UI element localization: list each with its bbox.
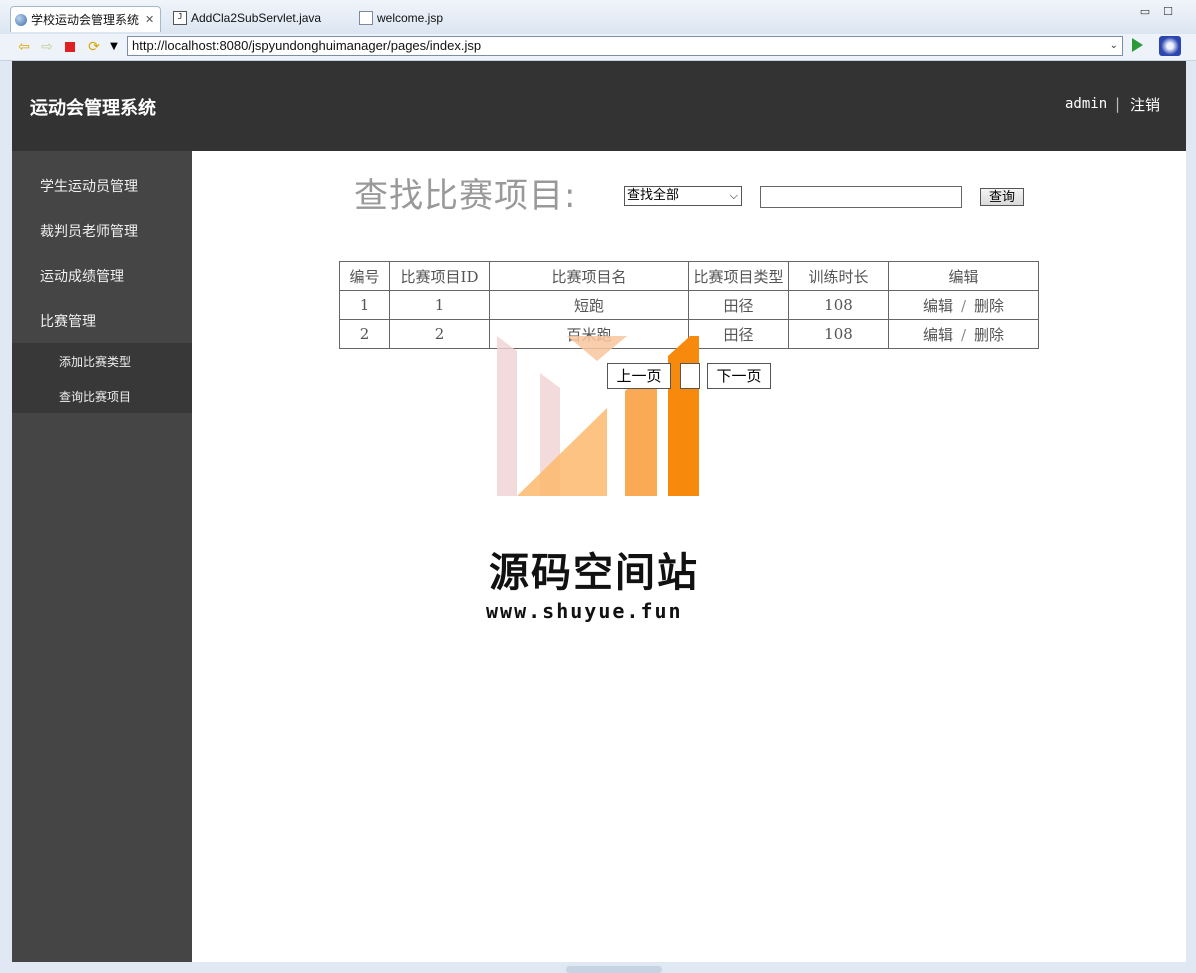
cell-actions: 编辑 / 删除 <box>888 319 1039 349</box>
sidebar-submenu: 添加比赛类型 查询比赛项目 <box>12 343 192 413</box>
cell-type: 田径 <box>688 290 789 320</box>
stop-icon[interactable] <box>62 39 78 55</box>
maximize-icon[interactable]: ☐ <box>1161 6 1175 20</box>
watermark-title: 源码空间站 <box>489 550 699 596</box>
watermark-url: www.shuyue.fun <box>486 599 683 623</box>
cell-actions: 编辑 / 删除 <box>888 290 1039 320</box>
edit-link[interactable]: 编辑 <box>923 297 953 315</box>
cell-num: 1 <box>339 290 390 320</box>
sidebar-item-competitions[interactable]: 比赛管理 <box>40 311 96 331</box>
tab-label: 学校运动会管理系统 <box>31 13 140 27</box>
action-separator: / <box>960 325 967 344</box>
next-page-button[interactable]: 下一页 <box>707 363 771 389</box>
logo-bar <box>517 408 607 496</box>
logo-triangle <box>567 336 627 361</box>
column-header: 编号 <box>339 261 390 291</box>
sidebar-item-referees[interactable]: 裁判员老师管理 <box>40 221 138 241</box>
header-separator: | <box>1115 95 1121 113</box>
logo-bar <box>668 336 699 496</box>
site-header: 运动会管理系统 admin | 注销 <box>12 61 1186 151</box>
search-button[interactable]: 查询 <box>980 188 1024 206</box>
sidebar-subitem-add-type[interactable]: 添加比赛类型 <box>59 353 131 370</box>
search-input[interactable] <box>760 186 962 208</box>
cell-hours: 108 <box>788 319 889 349</box>
logo-bar <box>497 336 517 496</box>
user-name-link[interactable]: admin <box>1065 96 1107 112</box>
chevron-down-icon[interactable]: ⌄ <box>1110 37 1118 55</box>
action-separator: / <box>960 296 967 315</box>
cell-id: 2 <box>389 319 490 349</box>
sidebar-item-athletes[interactable]: 学生运动员管理 <box>40 176 138 196</box>
url-bar[interactable]: http://localhost:8080/jspyundonghuimanag… <box>127 36 1123 56</box>
cell-id: 1 <box>389 290 490 320</box>
delete-link[interactable]: 删除 <box>974 326 1004 344</box>
filter-select[interactable]: 查找全部 ⌵ <box>624 186 742 206</box>
browser-tab-bar: 学校运动会管理系统 ✕ J AddCla2SubServlet.java wel… <box>0 0 1196 34</box>
page-number-box[interactable] <box>680 363 700 389</box>
extension-icon[interactable] <box>1159 36 1181 56</box>
horizontal-scrollbar[interactable] <box>566 966 662 973</box>
prev-page-button[interactable]: 上一页 <box>607 363 671 389</box>
back-icon[interactable]: ⇦ <box>16 39 32 55</box>
sidebar-item-scores[interactable]: 运动成绩管理 <box>40 266 124 286</box>
jsp-file-icon <box>359 11 373 25</box>
column-header: 比赛项目类型 <box>688 261 789 291</box>
tab-label: AddCla2SubServlet.java <box>191 11 322 25</box>
column-header: 训练时长 <box>788 261 889 291</box>
tab-active[interactable]: 学校运动会管理系统 ✕ <box>10 6 162 32</box>
globe-icon <box>15 13 27 26</box>
close-icon[interactable]: ✕ <box>145 13 154 26</box>
column-header: 编辑 <box>888 261 1039 291</box>
sidebar: 学生运动员管理 裁判员老师管理 运动成绩管理 比赛管理 添加比赛类型 查询比赛项… <box>12 151 192 962</box>
filter-selected-value: 查找全部 <box>627 188 680 203</box>
logout-link[interactable]: 注销 <box>1130 94 1160 115</box>
chevron-down-icon: ⌵ <box>729 189 738 202</box>
window-right-edge <box>1186 61 1196 962</box>
chevron-down-icon[interactable]: ▼ <box>106 39 122 55</box>
edit-link[interactable]: 编辑 <box>923 326 953 344</box>
refresh-icon[interactable]: ⟳ <box>86 39 102 55</box>
delete-link[interactable]: 删除 <box>974 297 1004 315</box>
page-title: 查找比赛项目: <box>354 176 577 216</box>
page-viewport: 运动会管理系统 admin | 注销 学生运动员管理 裁判员老师管理 运动成绩管… <box>12 61 1186 962</box>
tab-java-file[interactable]: J AddCla2SubServlet.java <box>173 6 321 30</box>
java-file-icon: J <box>173 11 187 25</box>
table-header-row: 编号 比赛项目ID 比赛项目名 比赛项目类型 训练时长 编辑 <box>339 261 1039 291</box>
tab-label: welcome.jsp <box>377 11 444 25</box>
cell-name: 短跑 <box>489 290 689 320</box>
tab-jsp-file[interactable]: welcome.jsp <box>359 6 443 30</box>
cell-hours: 108 <box>788 290 889 320</box>
column-header: 比赛项目名 <box>489 261 689 291</box>
forward-icon[interactable]: ⇨ <box>39 39 55 55</box>
cell-num: 2 <box>339 319 390 349</box>
table-row: 1 1 短跑 田径 108 编辑 / 删除 <box>339 290 1039 320</box>
go-icon[interactable] <box>1132 38 1143 52</box>
sidebar-subitem-query-items[interactable]: 查询比赛项目 <box>59 388 131 405</box>
column-header: 比赛项目ID <box>389 261 490 291</box>
url-text: http://localhost:8080/jspyundonghuimanag… <box>132 38 482 53</box>
main-content: 查找比赛项目: 查找全部 ⌵ 查询 编号 比赛项目ID 比赛项目名 比赛项目类型… <box>192 151 1186 962</box>
system-title: 运动会管理系统 <box>30 98 156 119</box>
minimize-icon[interactable]: ▭ <box>1138 6 1152 20</box>
